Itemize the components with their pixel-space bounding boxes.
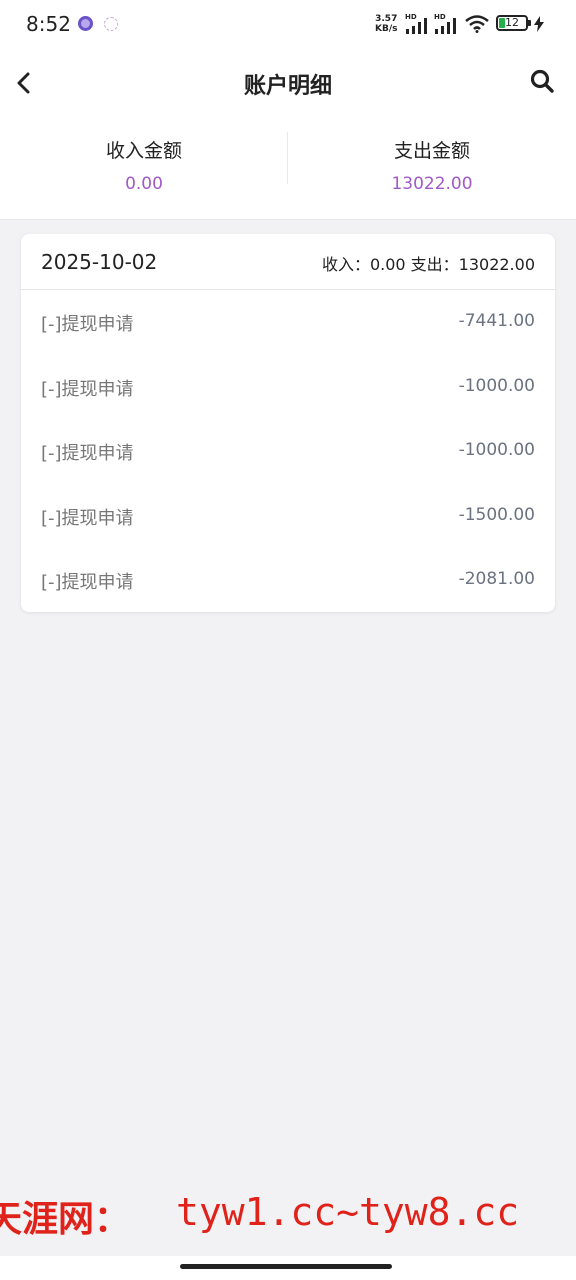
group-date: 2025-10-02 [41, 250, 158, 274]
list-item[interactable]: [-]提现申请 -1000.00 [21, 419, 555, 484]
expense-label: 支出金额 [393, 140, 470, 162]
watermark-url: tyw1.cc~tyw8.cc [176, 1190, 520, 1234]
home-indicator[interactable] [180, 1264, 392, 1269]
network-speed-unit: KB/s [375, 24, 398, 34]
watermark-name: 天涯网： [0, 1198, 131, 1240]
page-title: 账户明细 [243, 74, 332, 99]
summary-divider [287, 132, 288, 184]
group-summary: 收入：0.00 支出：13022.00 [321, 255, 535, 274]
transaction-label: [-]提现申请 [41, 314, 134, 335]
income-summary: 收入金额 0.00 [0, 116, 288, 219]
expense-summary: 支出金额 13022.00 [288, 116, 576, 219]
list-item[interactable]: [-]提现申请 -2081.00 [21, 548, 555, 613]
transaction-amount: -1000.00 [458, 440, 535, 460]
transaction-label: [-]提现申请 [41, 378, 134, 400]
battery-icon: 12 [496, 15, 531, 31]
transaction-label: [-]提现申请 [41, 507, 134, 529]
app-notification-icon [104, 17, 118, 31]
wifi-icon [465, 15, 489, 33]
nav-bar: 账户明细 [0, 50, 576, 116]
list-item[interactable]: [-]提现申请 -1000.00 [21, 355, 555, 420]
transaction-amount: -1500.00 [458, 504, 535, 525]
summary-panel: 收入金额 0.00 支出金额 13022.00 [0, 116, 576, 220]
battery-level: 12 [505, 16, 519, 29]
status-time: 8:52 [26, 12, 71, 36]
expense-value: 13022.00 [391, 174, 473, 194]
top-section: 8:52 3.57 KB/s HD HD 12 账户明细 收入金额 0.00 支… [0, 0, 576, 220]
transaction-amount: -2081.00 [458, 569, 535, 589]
list-item[interactable]: [-]提现申请 -7441.00 [21, 290, 555, 355]
network-speed: 3.57 KB/s [375, 14, 397, 34]
transaction-label: [-]提现申请 [41, 443, 134, 464]
group-header: 2025-10-02 收入：0.00 支出：13022.00 [21, 234, 555, 290]
watermark: 天涯网： tyw1.cc~tyw8.cc [0, 1190, 576, 1244]
search-icon[interactable] [529, 68, 555, 94]
transaction-group-card: 2025-10-02 收入：0.00 支出：13022.00 [-]提现申请 -… [21, 234, 555, 612]
income-label: 收入金额 [105, 140, 182, 162]
network-speed-value: 3.57 [375, 14, 398, 24]
transaction-amount: -7441.00 [458, 311, 535, 331]
status-bar: 8:52 3.57 KB/s HD HD 12 [0, 0, 576, 50]
app-notification-icon [78, 16, 93, 31]
transaction-amount: -1000.00 [458, 375, 535, 396]
charging-icon [534, 16, 544, 32]
transaction-label: [-]提现申请 [41, 572, 134, 593]
income-value: 0.00 [125, 174, 163, 194]
list-item[interactable]: [-]提现申请 -1500.00 [21, 484, 555, 549]
